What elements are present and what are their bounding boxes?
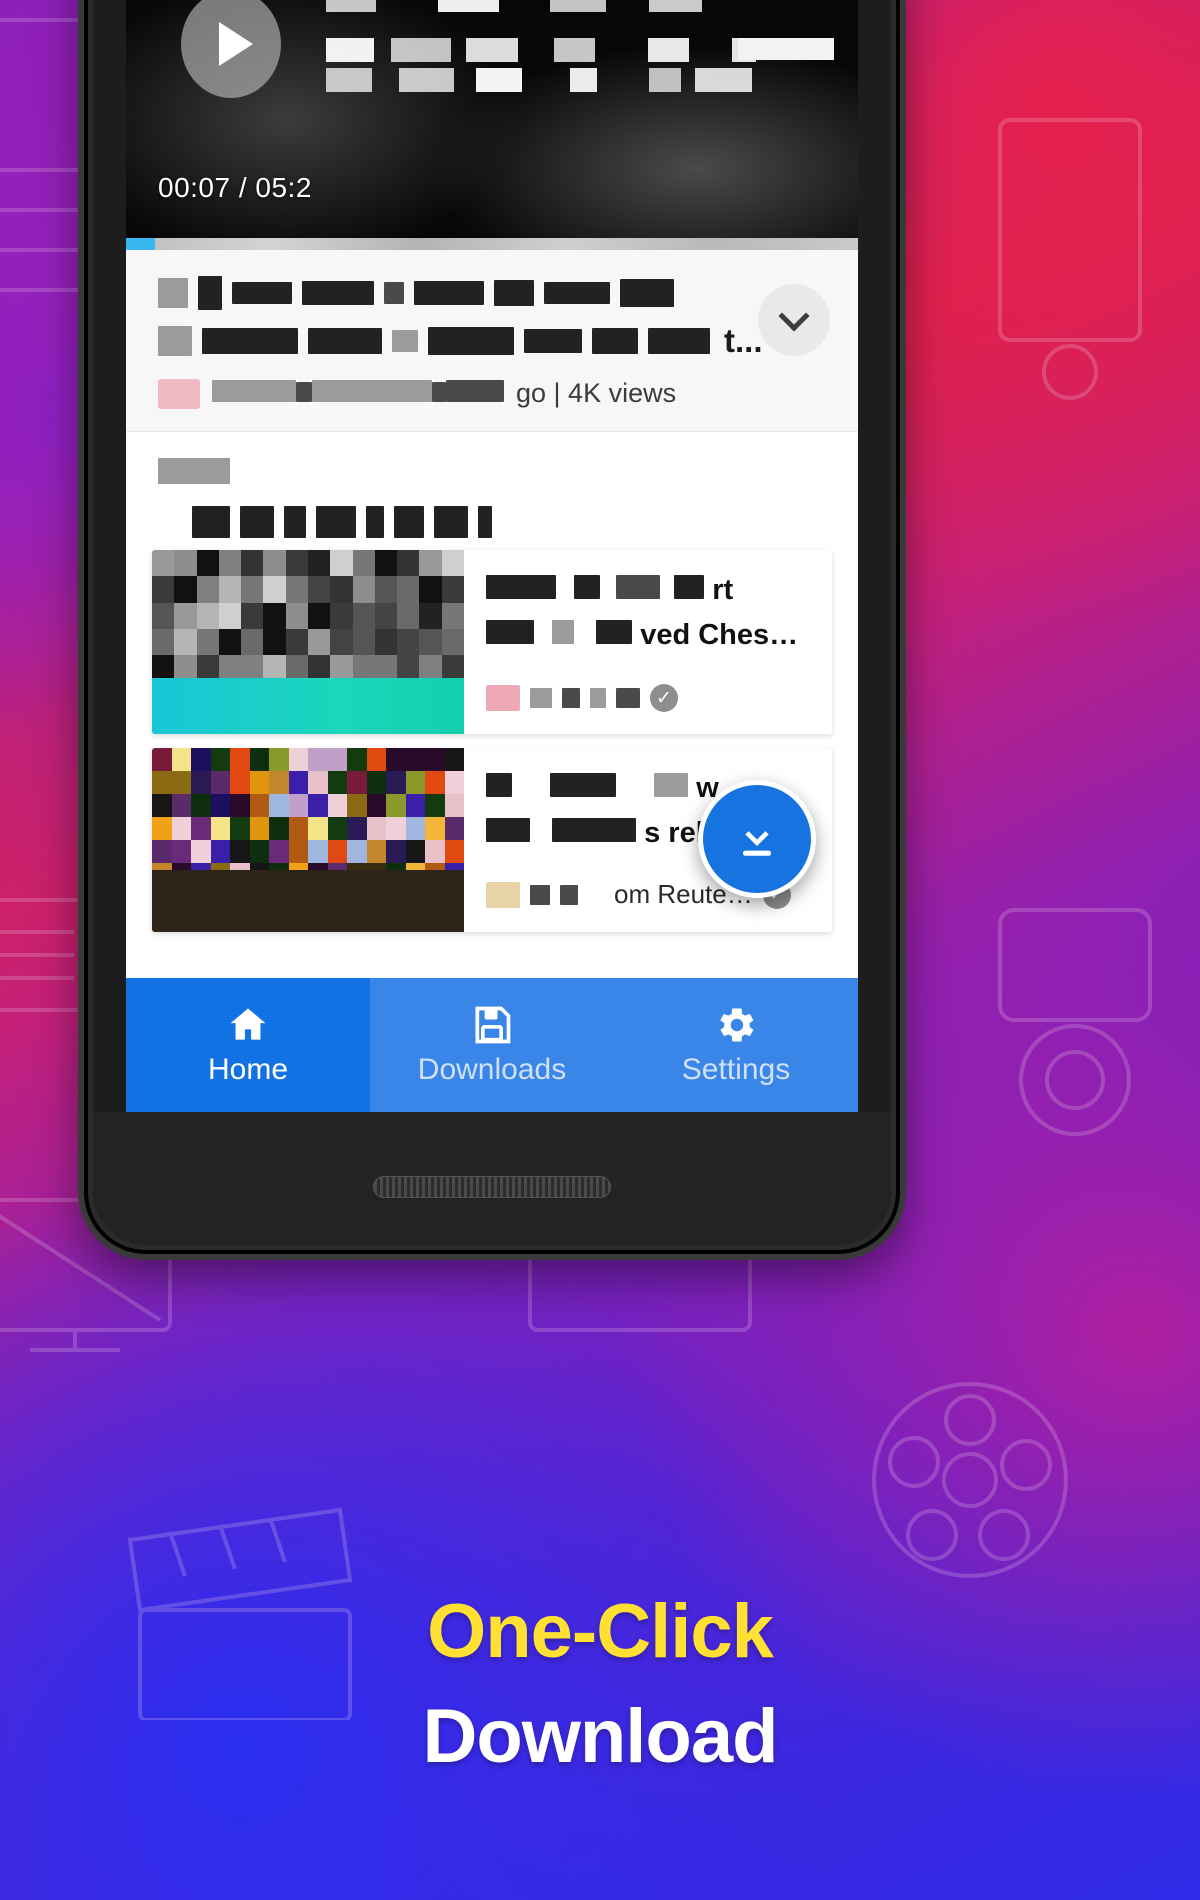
- phone-screen: 00:07 / 05:2 t... go | 4K views rt ved C…: [126, 0, 858, 1112]
- list-item-title-row-1: rt: [486, 574, 810, 607]
- phone-chin: [84, 1112, 900, 1254]
- channel-avatar: [158, 378, 200, 409]
- list-item[interactable]: rt ved Ches… ✓: [152, 550, 832, 734]
- promo-headline: One-Click Download: [0, 1588, 1200, 1780]
- source-avatar: [486, 685, 520, 711]
- video-thumbnail: [152, 748, 464, 932]
- bottom-navigation: Home Downloads Settings: [126, 978, 858, 1112]
- related-section-label: [158, 458, 826, 484]
- video-info-block: t... go | 4K views: [126, 250, 858, 432]
- nav-item-settings[interactable]: Settings: [614, 978, 858, 1112]
- save-disk-icon: [475, 1006, 511, 1044]
- list-item-title-visible: rt: [712, 574, 734, 606]
- related-section-heading: [192, 506, 826, 538]
- download-icon: [743, 818, 771, 856]
- video-title-line-1: [158, 276, 826, 310]
- list-item-meta: ✓: [486, 684, 678, 712]
- video-title-visible-tail: t...: [724, 322, 763, 359]
- chevron-down-icon[interactable]: [758, 284, 830, 356]
- decorative-film-reel-icon: [872, 1382, 1068, 1578]
- headline-line-1: One-Click: [427, 1589, 774, 1674]
- video-player[interactable]: 00:07 / 05:2: [126, 0, 858, 250]
- source-avatar: [486, 881, 520, 908]
- seekbar-progress: [126, 238, 156, 250]
- video-meta-redacted: [212, 380, 504, 407]
- phone-mockup: 00:07 / 05:2 t... go | 4K views rt ved C…: [78, 0, 906, 1260]
- download-button[interactable]: [698, 780, 816, 898]
- headline-line-2: Download: [422, 1694, 778, 1779]
- thumbnail-accent-bar: [152, 678, 464, 734]
- gear-icon: [720, 1008, 754, 1042]
- video-timecode: 00:07 / 05:2: [158, 172, 312, 203]
- video-title-line-2: t...: [158, 322, 826, 360]
- nav-item-home[interactable]: Home: [126, 978, 370, 1112]
- video-thumbnail: [152, 550, 464, 734]
- video-meta-text: go | 4K views: [516, 378, 677, 408]
- nav-item-downloads[interactable]: Downloads: [370, 978, 614, 1112]
- thumbnail-footer-bar: [152, 870, 464, 932]
- nav-label-home: Home: [207, 1053, 289, 1086]
- seekbar-buffer: [126, 238, 858, 250]
- list-item-title-visible-2: ved Ches…: [640, 619, 799, 651]
- nav-label-downloads: Downloads: [417, 1053, 567, 1086]
- phone-speaker-grille: [373, 1176, 611, 1198]
- nav-label-settings: Settings: [681, 1053, 791, 1086]
- video-seekbar[interactable]: [126, 238, 858, 250]
- list-item-body: rt ved Ches… ✓: [464, 550, 832, 734]
- home-icon: [230, 1008, 266, 1040]
- decorative-tablet-icon: [998, 118, 1142, 400]
- video-meta-row: go | 4K views: [158, 378, 826, 409]
- verified-check-icon: ✓: [650, 684, 678, 712]
- decorative-camera-icon: [998, 908, 1152, 1136]
- list-item-title-row-2: ved Ches…: [486, 619, 810, 652]
